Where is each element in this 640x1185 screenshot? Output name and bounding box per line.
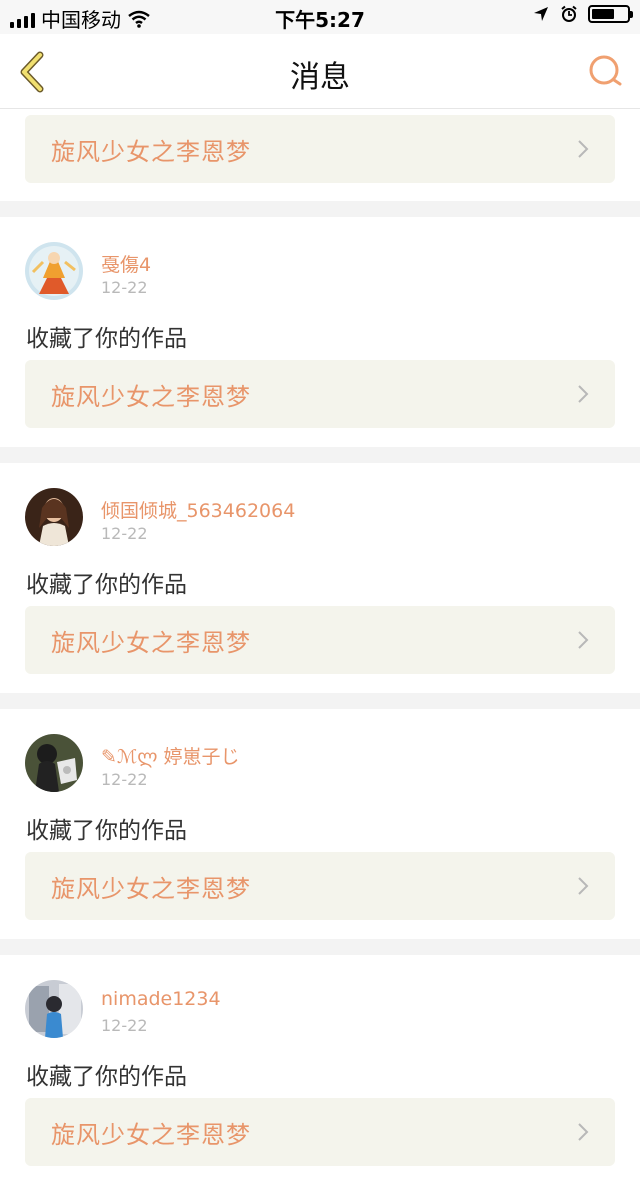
action-text: 收藏了你的作品 [26,818,187,844]
divider [0,693,640,709]
divider [0,201,640,217]
message-date: 12-22 [101,524,148,543]
work-title: 旋风少女之李恩梦 [51,138,251,166]
divider [0,447,640,463]
avatar[interactable] [25,488,83,546]
work-link[interactable]: 旋风少女之李恩梦 [25,852,615,920]
work-link[interactable]: 旋风少女之李恩梦 [25,606,615,674]
message-date: 12-22 [101,1016,148,1035]
message-card: nimade1234 12-22 收藏了你的作品 旋风少女之李恩梦 [0,955,640,1185]
chevron-right-icon [578,1123,589,1141]
work-link[interactable]: 旋风少女之李恩梦 [25,1098,615,1166]
message-date: 12-22 [101,770,148,789]
action-text: 收藏了你的作品 [26,572,187,598]
location-arrow-icon [534,7,548,21]
work-link[interactable]: 旋风少女之李恩梦 [25,115,615,183]
message-card: ✎ℳლ 婷崽子じ 12-22 收藏了你的作品 旋风少女之李恩梦 [0,709,640,939]
divider [0,939,640,955]
avatar[interactable] [25,980,83,1038]
work-title: 旋风少女之李恩梦 [51,875,251,903]
alarm-clock-icon [561,5,577,22]
username[interactable]: 戞傷4 [101,250,151,277]
action-text: 收藏了你的作品 [26,326,187,352]
search-icon [589,55,622,86]
message-card: 戞傷4 12-22 收藏了你的作品 旋风少女之李恩梦 [0,217,640,447]
chevron-right-icon [578,877,589,895]
message-card: 倾国倾城_563462064 12-22 收藏了你的作品 旋风少女之李恩梦 [0,463,640,693]
status-bar-right [532,5,633,23]
page-title: 消息 [290,60,350,95]
battery-icon [588,5,633,23]
work-title: 旋风少女之李恩梦 [51,1121,251,1149]
username[interactable]: ✎ℳლ 婷崽子じ [101,742,240,769]
chevron-right-icon [578,631,589,649]
username[interactable]: nimade1234 [101,988,221,1010]
nav-bar: 消息 [0,34,640,109]
status-bar: 中国移动 下午5:27 [0,0,640,34]
chevron-right-icon [578,385,589,403]
action-text: 收藏了你的作品 [26,1064,187,1090]
avatar[interactable] [25,734,83,792]
work-link[interactable]: 旋风少女之李恩梦 [25,360,615,428]
avatar[interactable] [25,242,83,300]
chevron-right-icon [578,140,589,158]
search-button[interactable] [586,52,626,92]
message-date: 12-22 [101,278,148,297]
username[interactable]: 倾国倾城_563462064 [101,496,295,523]
work-title: 旋风少女之李恩梦 [51,629,251,657]
work-title: 旋风少女之李恩梦 [51,383,251,411]
